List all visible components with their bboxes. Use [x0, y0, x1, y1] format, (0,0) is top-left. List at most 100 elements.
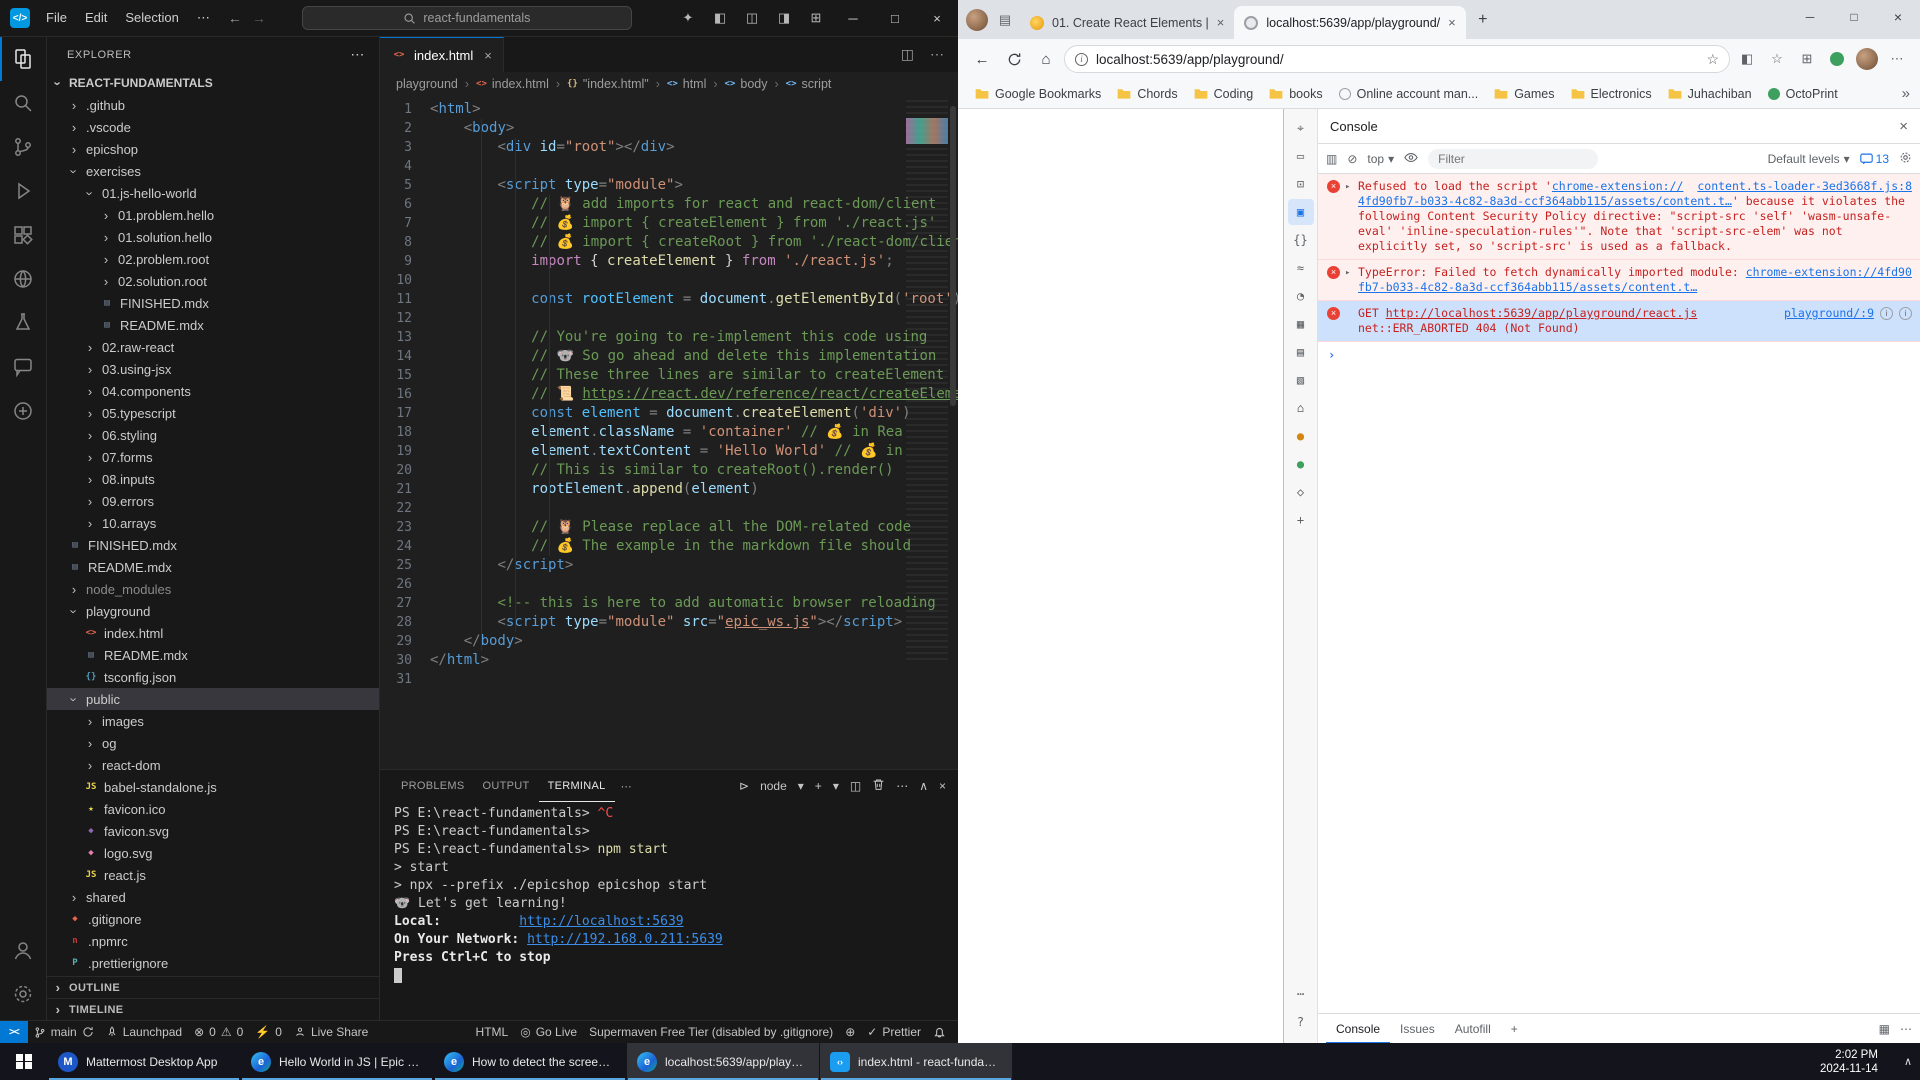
- close-panel-icon[interactable]: ×: [939, 779, 946, 793]
- menu-edit[interactable]: Edit: [77, 6, 115, 30]
- tree-file-index.html[interactable]: <>index.html: [47, 622, 379, 644]
- add-drawer-tab-icon[interactable]: +: [1501, 1014, 1528, 1044]
- tree-file-logo.svg[interactable]: ◆logo.svg: [47, 842, 379, 864]
- terminal-output[interactable]: PS E:\react-fundamentals> ^CPS E:\react-…: [380, 802, 958, 1020]
- tree-folder-.vscode[interactable]: ›.vscode: [47, 116, 379, 138]
- tree-folder-04.components[interactable]: ›04.components: [47, 380, 379, 402]
- code-line-4[interactable]: 4: [380, 157, 958, 176]
- drawer-tab-console[interactable]: Console: [1326, 1014, 1390, 1044]
- more-options-icon[interactable]: ⋯: [1288, 981, 1314, 1007]
- console-sidebar-icon[interactable]: ▥: [1326, 152, 1337, 166]
- bookmark-item[interactable]: books: [1262, 84, 1329, 104]
- taskbar-app-4[interactable]: ‹›index.html - react-fundamentals -...: [820, 1043, 1012, 1080]
- kill-terminal-icon[interactable]: [872, 778, 885, 794]
- browser-profile-avatar[interactable]: [966, 9, 988, 31]
- tree-folder-.github[interactable]: ›.github: [47, 94, 379, 116]
- explorer-more-icon[interactable]: ⋯: [350, 46, 365, 63]
- tree-file-favicon.svg[interactable]: ◆favicon.svg: [47, 820, 379, 842]
- console-panel-icon[interactable]: ▣: [1288, 199, 1314, 225]
- split-terminal-icon[interactable]: ◫: [850, 779, 861, 793]
- back-icon[interactable]: ←: [968, 45, 996, 73]
- drawer-more-icon[interactable]: ⋯: [1900, 1022, 1912, 1036]
- tree-folder-playground[interactable]: ›playground: [47, 600, 379, 622]
- taskbar-clock[interactable]: 2:02 PM 2024-11-14: [1820, 1043, 1896, 1080]
- tree-file-README.mdx[interactable]: ▤README.mdx: [47, 556, 379, 578]
- drawer-tab-issues[interactable]: Issues: [1390, 1014, 1445, 1044]
- live-share-status[interactable]: Live Share: [288, 1021, 374, 1043]
- editor-tab-index-html[interactable]: <> index.html ×: [380, 37, 504, 72]
- expand-icon[interactable]: ▸: [1345, 180, 1350, 195]
- split-editor-icon[interactable]: ◫: [901, 46, 914, 63]
- code-line-18[interactable]: 18 element.className = 'container' // 💰 …: [380, 423, 958, 442]
- taskbar-app-2[interactable]: eHow to detect the screen resoluti...: [434, 1043, 626, 1080]
- code-line-19[interactable]: 19 element.textContent = 'Hello World' /…: [380, 442, 958, 461]
- go-live-status[interactable]: ◎ Go Live: [514, 1021, 583, 1043]
- panel-overflow-icon[interactable]: ⋯: [621, 780, 632, 793]
- code-line-26[interactable]: 26: [380, 575, 958, 594]
- editor-more-actions-icon[interactable]: ⋯: [930, 46, 944, 63]
- console-message-2[interactable]: ×playground/:9iiGET http://localhost:563…: [1318, 301, 1920, 342]
- code-line-7[interactable]: 7 // 💰 import { createElement } from './…: [380, 214, 958, 233]
- code-line-29[interactable]: 29 </body>: [380, 632, 958, 651]
- maximize-panel-icon[interactable]: ∧: [919, 779, 928, 793]
- device-toolbar-icon[interactable]: ▭: [1288, 143, 1314, 169]
- outline-section[interactable]: › OUTLINE: [47, 976, 379, 998]
- tree-folder-01.solution.hello[interactable]: ›01.solution.hello: [47, 226, 379, 248]
- menu-file[interactable]: File: [38, 6, 75, 30]
- tree-folder-public[interactable]: ›public: [47, 688, 379, 710]
- log-levels-selector[interactable]: Default levels▾: [1768, 152, 1850, 166]
- tree-file-favicon.ico[interactable]: ★favicon.ico: [47, 798, 379, 820]
- toggle-sidebar-icon[interactable]: ◧: [706, 5, 734, 31]
- taskbar-app-3[interactable]: elocalhost:5639/app/playground/ a...: [627, 1043, 819, 1080]
- launchpad-status[interactable]: Launchpad: [100, 1021, 188, 1043]
- security-panel-icon[interactable]: ▧: [1288, 367, 1314, 393]
- bookmark-item[interactable]: Chords: [1110, 84, 1184, 104]
- editor-scrollbar[interactable]: [948, 96, 958, 769]
- tree-folder-02.solution.root[interactable]: ›02.solution.root: [47, 270, 379, 292]
- tree-file-react.js[interactable]: JSreact.js: [47, 864, 379, 886]
- problems-status[interactable]: ⊗0 ⚠0: [188, 1021, 249, 1043]
- code-line-28[interactable]: 28 <script type="module" src="epic_ws.js…: [380, 613, 958, 632]
- home-panel-icon[interactable]: ⌂: [1288, 395, 1314, 421]
- minimap[interactable]: [906, 100, 948, 660]
- extension-badge-icon[interactable]: [1824, 46, 1850, 72]
- breadcrumb-item[interactable]: <>script: [786, 77, 832, 91]
- tree-folder-08.inputs[interactable]: ›08.inputs: [47, 468, 379, 490]
- breadcrumb-item[interactable]: <>html: [667, 77, 706, 91]
- tree-folder-react-dom[interactable]: ›react-dom: [47, 754, 379, 776]
- console-source-link[interactable]: playground/:9: [1784, 306, 1874, 321]
- tree-folder-10.arrays[interactable]: ›10.arrays: [47, 512, 379, 534]
- tree-folder-07.forms[interactable]: ›07.forms: [47, 446, 379, 468]
- code-line-11[interactable]: 11 const rootElement = document.getEleme…: [380, 290, 958, 309]
- help-icon[interactable]: ?: [1288, 1009, 1314, 1035]
- memory-panel-icon[interactable]: ▦: [1288, 311, 1314, 337]
- devtools-settings-icon[interactable]: [1899, 151, 1912, 167]
- prettier-status[interactable]: ✓ Prettier: [861, 1021, 927, 1043]
- panel-more-icon[interactable]: ⋯: [896, 779, 908, 793]
- breadcrumb-item[interactable]: <>body: [725, 77, 768, 91]
- extensions-icon[interactable]: ⊞: [1794, 46, 1820, 72]
- tree-file-.npmrc[interactable]: n.npmrc: [47, 930, 379, 952]
- context-selector[interactable]: top▾: [1367, 152, 1394, 166]
- history-back-icon[interactable]: ←: [228, 10, 242, 26]
- tree-folder-02.raw-react[interactable]: ›02.raw-react: [47, 336, 379, 358]
- devtools-close-icon[interactable]: ×: [1899, 118, 1908, 135]
- code-line-22[interactable]: 22: [380, 499, 958, 518]
- site-info-icon[interactable]: i: [1075, 53, 1088, 66]
- browser-maximize-button[interactable]: □: [1832, 0, 1876, 34]
- ports-status[interactable]: ⚡0: [249, 1021, 288, 1043]
- minimize-button[interactable]: ─: [832, 0, 874, 36]
- tree-folder-05.typescript[interactable]: ›05.typescript: [47, 402, 379, 424]
- code-line-10[interactable]: 10: [380, 271, 958, 290]
- code-line-21[interactable]: 21 rootElement.append(element): [380, 480, 958, 499]
- code-line-23[interactable]: 23 // 🦉 Please replace all the DOM-relat…: [380, 518, 958, 537]
- language-mode[interactable]: HTML: [470, 1021, 515, 1043]
- tree-folder-images[interactable]: ›images: [47, 710, 379, 732]
- tree-folder-03.using-jsx[interactable]: ›03.using-jsx: [47, 358, 379, 380]
- tree-folder-01.problem.hello[interactable]: ›01.problem.hello: [47, 204, 379, 226]
- panel-tab-terminal[interactable]: TERMINAL: [539, 770, 615, 802]
- tree-folder-node_modules[interactable]: ›node_modules: [47, 578, 379, 600]
- code-line-20[interactable]: 20 // This is similar to createRoot().re…: [380, 461, 958, 480]
- console-prompt[interactable]: ›: [1318, 342, 1920, 369]
- tree-folder-og[interactable]: ›og: [47, 732, 379, 754]
